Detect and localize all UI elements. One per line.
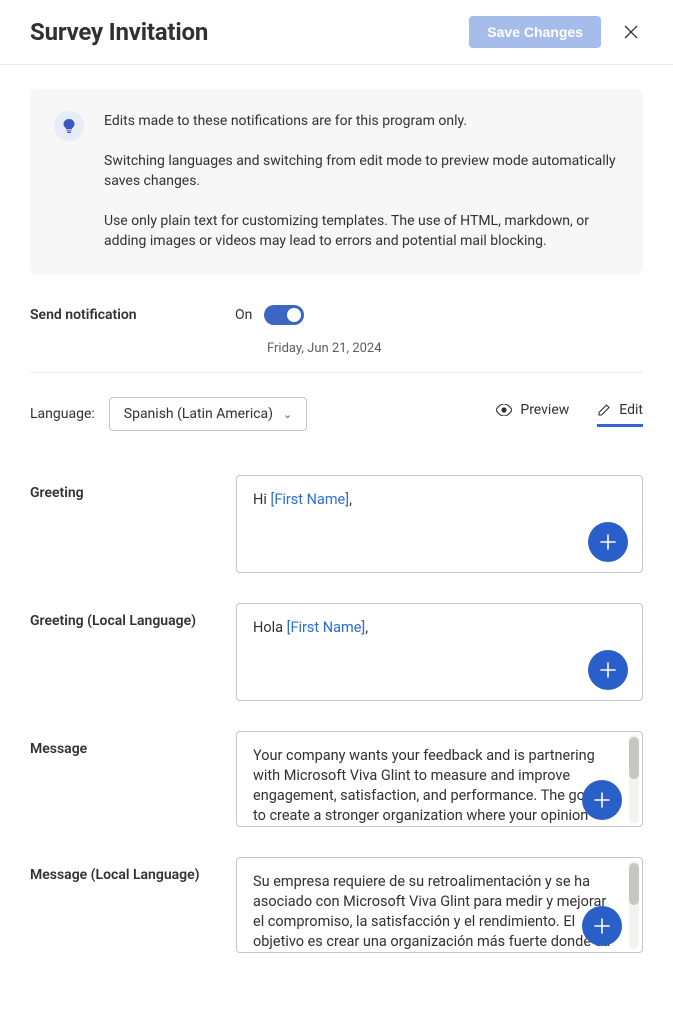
language-selected-value: Spanish (Latin America)	[124, 406, 273, 422]
plus-icon	[599, 661, 617, 679]
scrollbar-thumb[interactable]	[629, 737, 639, 779]
save-button[interactable]: Save Changes	[469, 16, 601, 48]
greeting-local-label: Greeting (Local Language)	[30, 603, 220, 629]
message-local-input[interactable]: Su empresa requiere de su retroalimentac…	[236, 857, 643, 953]
page-title: Survey Invitation	[30, 18, 457, 46]
message-label: Message	[30, 731, 220, 757]
tab-preview-label: Preview	[520, 402, 569, 418]
divider	[30, 372, 643, 373]
lightbulb-icon	[54, 111, 84, 141]
message-local-add-button[interactable]	[582, 906, 622, 946]
toggle-knob	[287, 308, 301, 322]
pencil-icon	[597, 403, 611, 417]
greeting-local-pre: Hola	[253, 619, 287, 636]
greeting-local-token: [First Name]	[287, 619, 366, 636]
plus-icon	[599, 533, 617, 551]
plus-icon	[593, 791, 611, 809]
greeting-pre: Hi	[253, 491, 270, 508]
tab-preview[interactable]: Preview	[496, 402, 569, 427]
message-scrollbar[interactable]	[629, 735, 639, 823]
info-banner: Edits made to these notifications are fo…	[30, 89, 643, 275]
send-notification-date: Friday, Jun 21, 2024	[267, 341, 382, 356]
language-label: Language:	[30, 406, 95, 422]
message-local-label: Message (Local Language)	[30, 857, 220, 883]
info-text-2: Switching languages and switching from e…	[104, 151, 619, 191]
info-text-1: Edits made to these notifications are fo…	[104, 111, 619, 131]
greeting-add-button[interactable]	[588, 522, 628, 562]
close-button[interactable]	[613, 14, 649, 50]
language-select[interactable]: Spanish (Latin America) ⌄	[109, 397, 308, 431]
greeting-input[interactable]: Hi [First Name],	[236, 475, 643, 573]
message-add-button[interactable]	[582, 780, 622, 820]
tab-edit[interactable]: Edit	[597, 402, 643, 427]
eye-icon	[496, 404, 512, 416]
send-notification-toggle[interactable]	[264, 305, 304, 325]
send-notification-label: Send notification	[30, 305, 215, 323]
greeting-local-input[interactable]: Hola [First Name],	[236, 603, 643, 701]
chevron-down-icon: ⌄	[283, 408, 292, 421]
greeting-token: [First Name]	[270, 491, 349, 508]
greeting-local-add-button[interactable]	[588, 650, 628, 690]
greeting-local-post: ,	[365, 619, 368, 636]
close-icon	[624, 25, 638, 39]
message-local-text: Su empresa requiere de su retroalimentac…	[237, 858, 642, 952]
tab-edit-label: Edit	[619, 402, 643, 418]
info-text-3: Use only plain text for customizing temp…	[104, 211, 619, 251]
message-input[interactable]: Your company wants your feedback and is …	[236, 731, 643, 827]
toggle-state-label: On	[235, 307, 252, 323]
scrollbar-thumb[interactable]	[629, 863, 639, 905]
message-local-scrollbar[interactable]	[629, 861, 639, 949]
greeting-label: Greeting	[30, 475, 220, 501]
message-text: Your company wants your feedback and is …	[237, 732, 642, 826]
plus-icon	[593, 917, 611, 935]
greeting-post: ,	[349, 491, 352, 508]
